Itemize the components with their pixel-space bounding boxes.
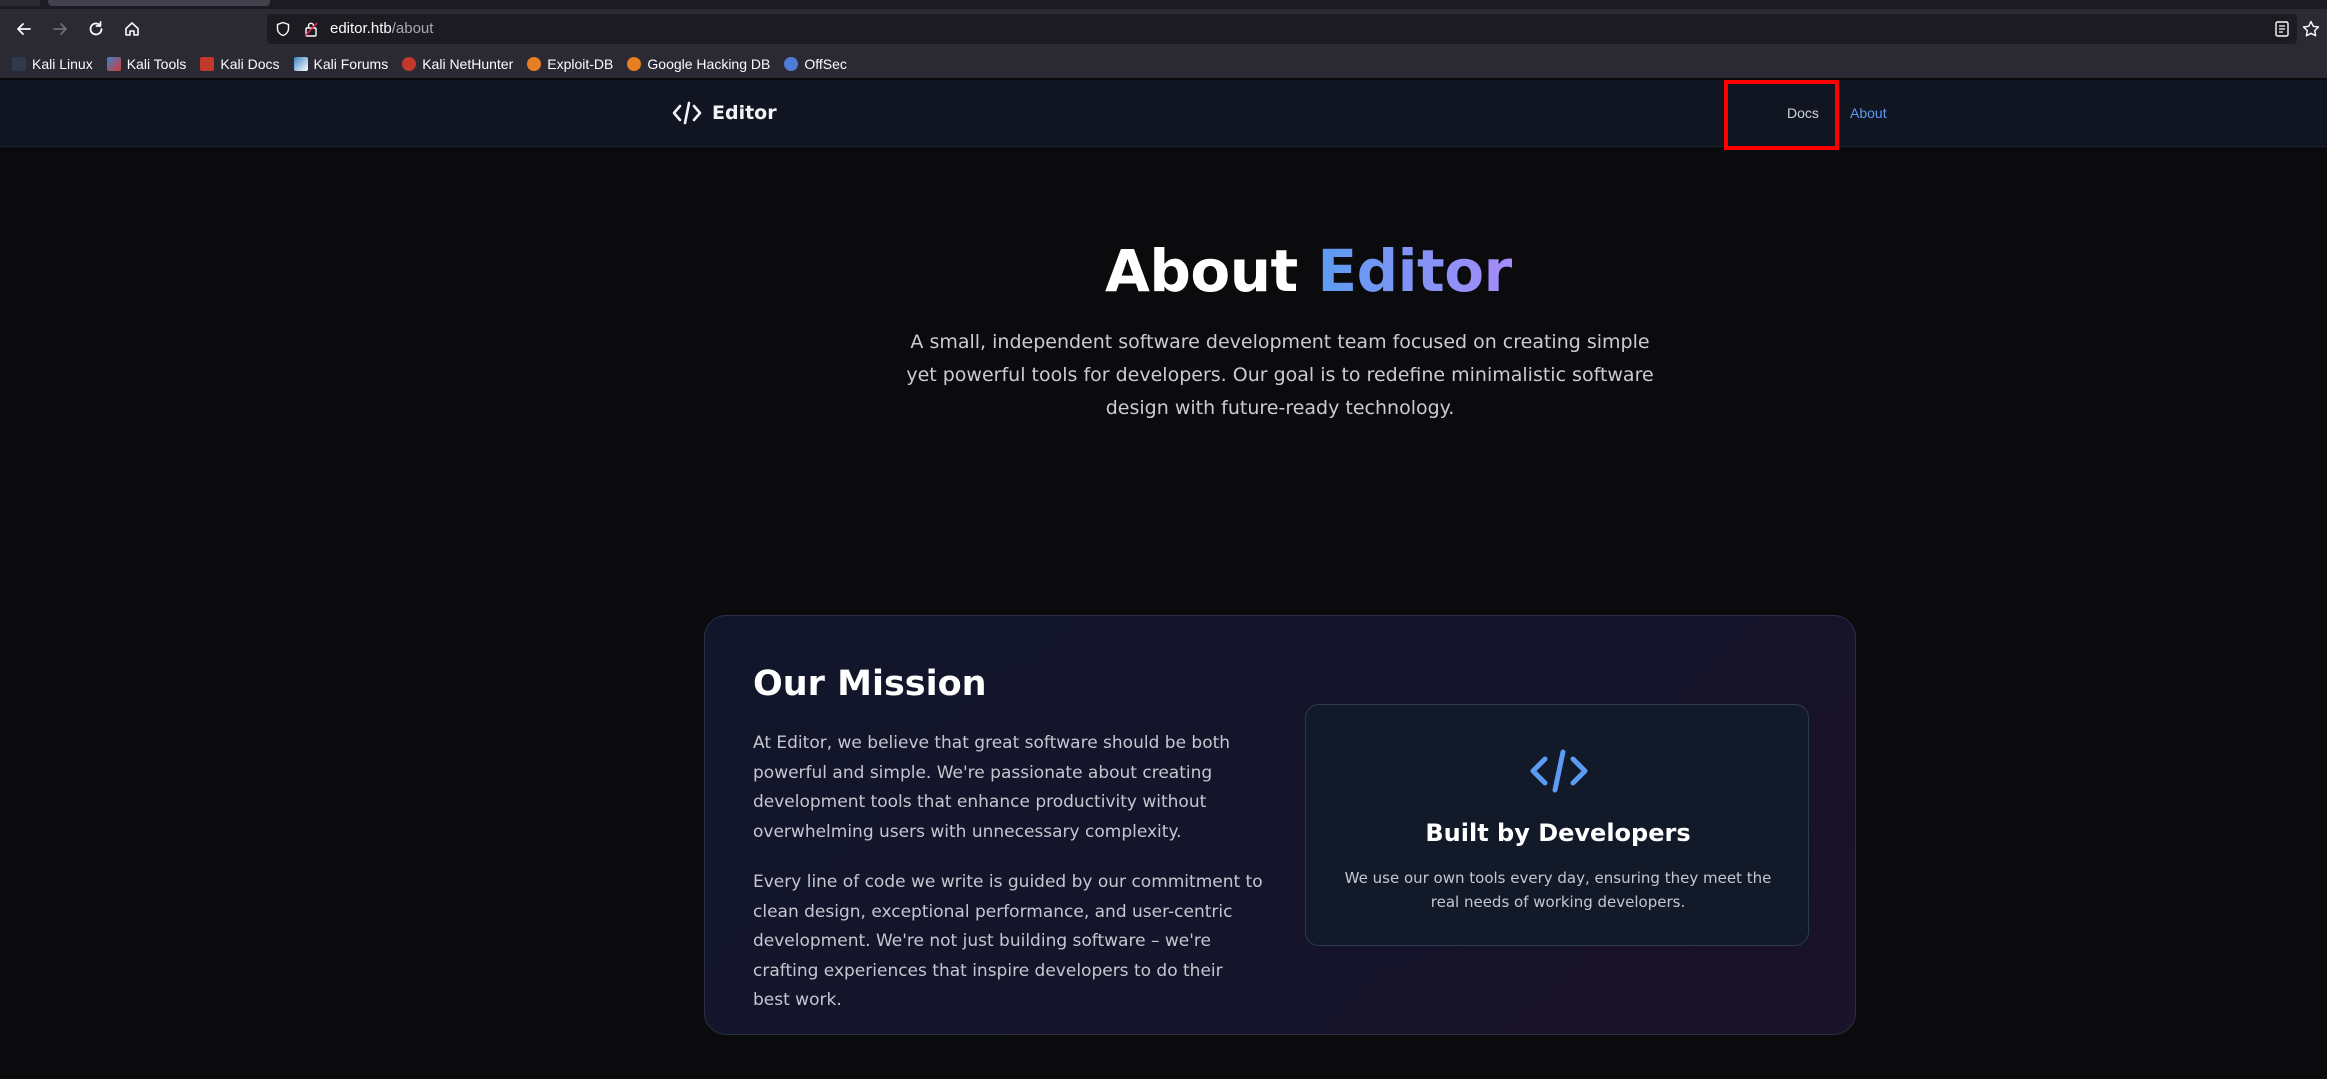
bookmark-kali-nethunter[interactable]: Kali NetHunter: [402, 56, 513, 72]
nav-link-docs[interactable]: Docs: [1787, 105, 1819, 121]
browser-tab-stub[interactable]: [0, 0, 40, 6]
bookmark-label: Kali Tools: [126, 55, 187, 72]
mission-section: Our Mission At Editor, we believe that g…: [704, 615, 1856, 1035]
reload-button[interactable]: [81, 14, 111, 44]
bookmark-label: OffSec: [804, 55, 847, 72]
bookmark-exploit-db[interactable]: Exploit-DB: [527, 56, 613, 72]
mission-paragraph-2: Every line of code we write is guided by…: [753, 872, 1263, 1010]
home-icon: [125, 22, 139, 36]
forward-button[interactable]: [45, 14, 75, 44]
reload-icon: [89, 21, 103, 36]
kali-nethunter-icon: [402, 56, 417, 71]
bookmark-label: Kali Linux: [32, 55, 93, 72]
bookmark-star-icon[interactable]: [2301, 19, 2321, 39]
shield-icon[interactable]: [275, 21, 291, 37]
code-icon: [1530, 749, 1588, 793]
bookmark-kali-docs[interactable]: Kali Docs: [200, 55, 280, 72]
browser-navigation-bar: editor.htb/about: [0, 9, 2327, 49]
url-host: editor.htb: [330, 20, 392, 37]
bookmarks-toolbar: Kali Linux Kali Tools Kali Docs Kali For…: [0, 49, 2327, 79]
bookmark-label: Google Hacking DB: [647, 55, 771, 72]
site-header: Editor Docs About: [0, 80, 2327, 147]
code-icon: [672, 101, 702, 125]
bookmark-kali-forums[interactable]: Kali Forums: [293, 55, 389, 72]
url-path: /about: [391, 20, 434, 37]
brand-logo-link[interactable]: Editor: [672, 100, 777, 126]
home-button[interactable]: [117, 14, 147, 44]
kali-tools-icon: [106, 56, 121, 71]
google-hacking-db-icon: [627, 56, 642, 71]
page-title: About Editor: [1105, 237, 1512, 305]
url-text[interactable]: editor.htb/about: [330, 20, 433, 37]
mission-paragraph-1: At Editor, we believe that great softwar…: [753, 733, 1231, 842]
bookmark-google-hacking-db[interactable]: Google Hacking DB: [627, 56, 770, 72]
brand-name: Editor: [712, 102, 777, 124]
kali-docs-icon: [200, 56, 215, 71]
reader-view-icon[interactable]: [2272, 19, 2292, 39]
browser-active-tab[interactable]: [48, 0, 270, 6]
built-by-developers-text: We use our own tools every day, ensuring…: [1344, 869, 1772, 911]
mission-title: Our Mission: [753, 664, 987, 704]
arrow-left-icon: [17, 23, 31, 35]
bookmark-label: Kali Docs: [220, 55, 280, 72]
offsec-icon: [784, 56, 799, 71]
bookmark-label: Kali NetHunter: [422, 55, 514, 72]
kali-forums-icon: [293, 56, 308, 71]
arrow-right-icon: [53, 23, 67, 35]
url-bar[interactable]: editor.htb/about: [267, 14, 2297, 44]
page-title-accent: Editor: [1317, 237, 1512, 305]
kali-linux-icon: [12, 56, 26, 71]
bookmark-kali-linux[interactable]: Kali Linux: [12, 56, 93, 72]
bookmark-offsec[interactable]: OffSec: [784, 56, 847, 72]
built-by-developers-title: Built by Developers: [1425, 819, 1691, 847]
exploit-db-icon: [527, 56, 542, 71]
nav-link-about[interactable]: About: [1850, 105, 1887, 121]
back-button[interactable]: [9, 14, 39, 44]
bookmark-label: Exploit-DB: [547, 55, 614, 72]
page-subtitle: A small, independent software developmen…: [906, 331, 1654, 419]
bookmark-kali-tools[interactable]: Kali Tools: [106, 55, 187, 72]
built-by-developers-card: Built by Developers We use our own tools…: [1305, 704, 1809, 946]
page-title-prefix: About: [1105, 237, 1298, 305]
browser-tab-strip: [0, 0, 2327, 9]
insecure-lock-icon[interactable]: [304, 21, 318, 37]
bookmark-label: Kali Forums: [313, 55, 389, 72]
